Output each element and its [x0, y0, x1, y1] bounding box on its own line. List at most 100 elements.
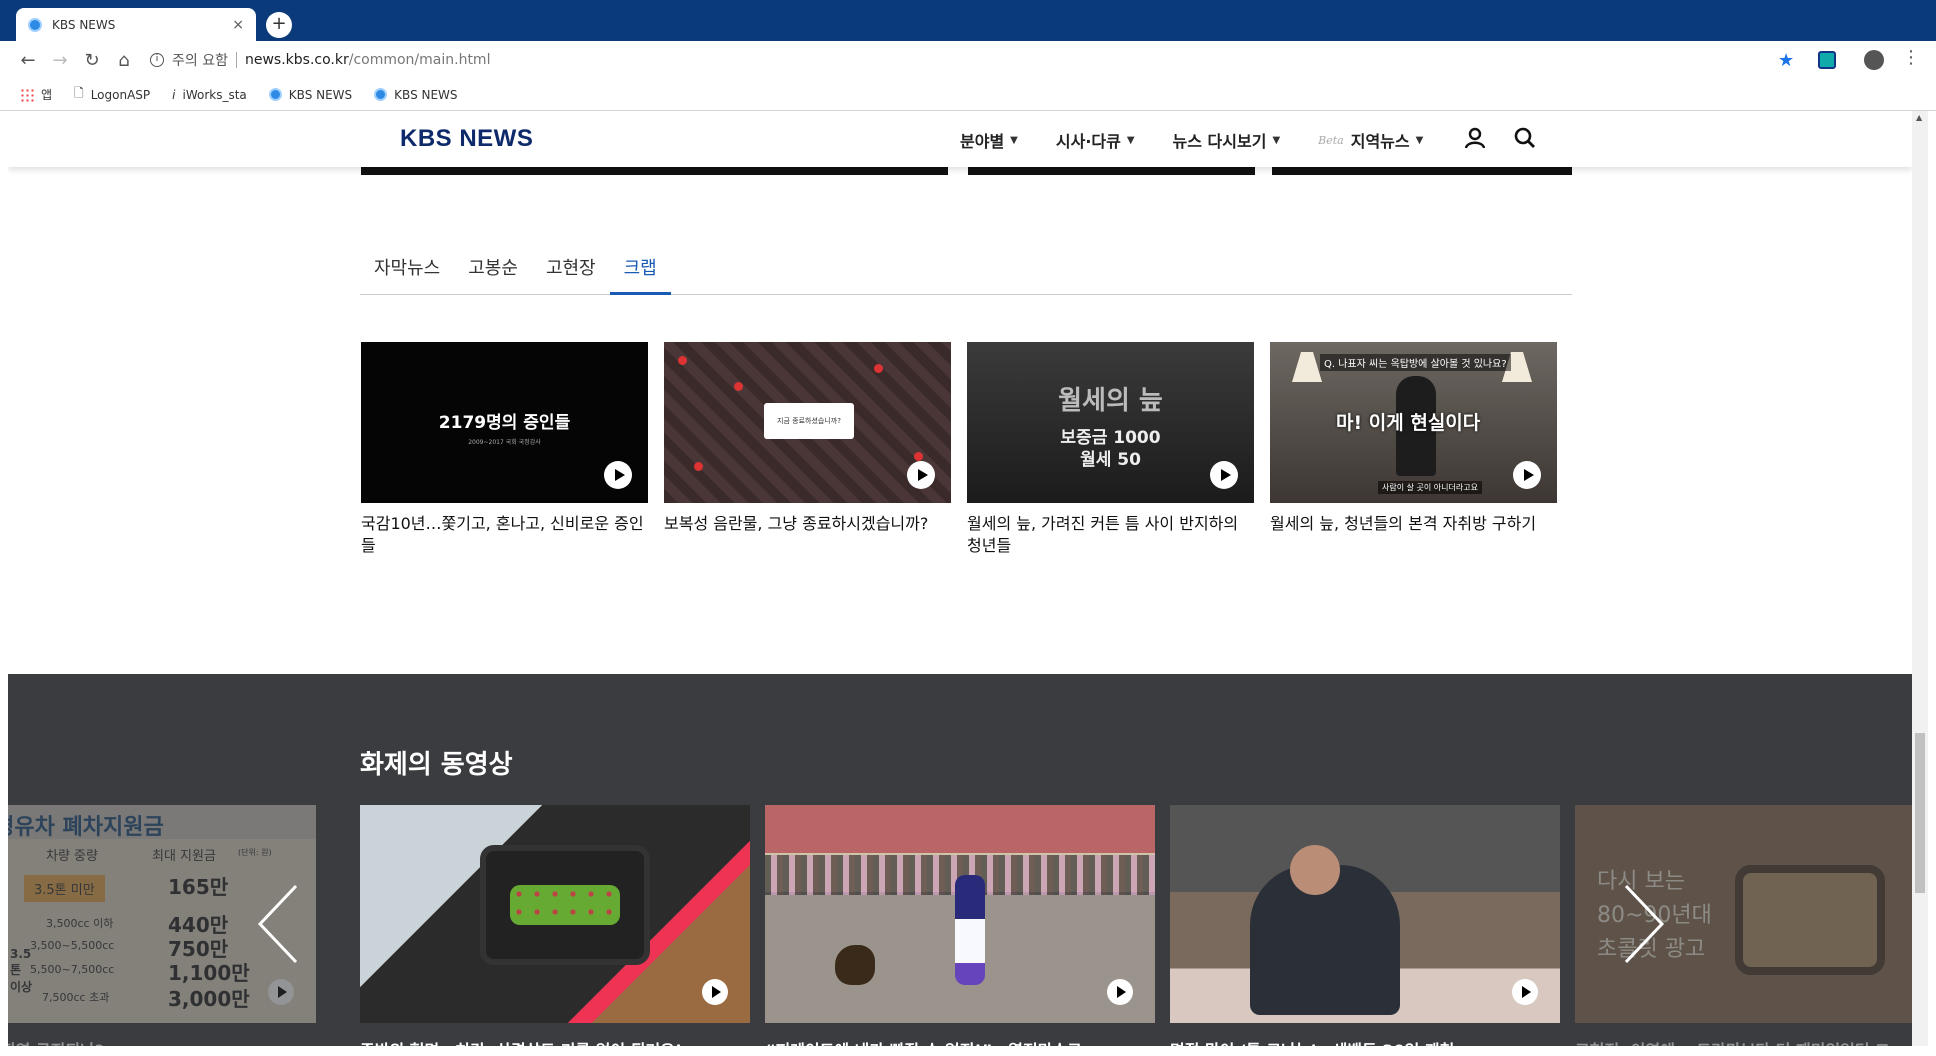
- unit-label: (단위: 원): [238, 848, 272, 857]
- tab-close-icon[interactable]: ×: [232, 17, 244, 33]
- play-icon[interactable]: [1210, 461, 1238, 489]
- clip-caption[interactable]: 월세의 늪, 청년들의 본격 자취방 구하기: [1270, 513, 1557, 535]
- page-viewport: KBS NEWS 분야별 ▼ 시사·다큐 ▼ 뉴스 다시보기 ▼ Beta 지역뉴스 ▼ …: [8, 111, 1912, 1046]
- tab-subtitle-news[interactable]: 자막뉴스: [360, 251, 454, 295]
- url-domain: news.kbs.co.kr: [244, 52, 349, 68]
- bookmark-kbs-news-2[interactable]: KBS NEWS: [374, 88, 458, 102]
- main-nav: 분야별 ▼ 시사·다큐 ▼ 뉴스 다시보기 ▼ Beta 지역뉴스 ▼: [960, 128, 1461, 152]
- user-icon[interactable]: [1464, 127, 1486, 149]
- browser-tab[interactable]: KBS NEWS ×: [16, 8, 256, 41]
- section-heading: 화제의 동영상: [360, 750, 513, 780]
- search-icon[interactable]: [1514, 127, 1536, 149]
- weight-cell: 3,500~5,500cc: [30, 939, 115, 952]
- play-icon[interactable]: [907, 461, 935, 489]
- clip-thumbnail[interactable]: 2179명의 증인들 2009~2017 국회 국정감사: [361, 342, 648, 503]
- clip-caption[interactable]: 월세의 늪, 가려진 커튼 틈 사이 반지하의 청년들: [967, 513, 1254, 557]
- browser-menu-icon[interactable]: ⋮: [1902, 47, 1920, 68]
- video-card[interactable]: 주방의 혁명…치킨, 삼겹살도 기름 없이 튀겨요!: [360, 805, 750, 1046]
- clip-thumbnail[interactable]: Q. 나표자 씨는 옥탑방에 살아볼 것 있나요? 마! 이게 현실이다 사람이…: [1270, 342, 1557, 503]
- previous-row-edge: [361, 167, 948, 175]
- iworks-icon: i: [172, 87, 176, 102]
- play-icon[interactable]: [702, 979, 728, 1005]
- card-headline: 노후 경유차 폐차지원금: [8, 805, 316, 840]
- clip-card[interactable]: 2179명의 증인들 2009~2017 국회 국정감사 국감10년…쫓기고, …: [361, 342, 648, 557]
- browser-tab-bar: KBS NEWS × +: [0, 0, 1936, 41]
- kbs-icon: [268, 88, 282, 101]
- decor-dot: [678, 356, 687, 365]
- weight-cell: 7,500cc 초과: [42, 991, 110, 1004]
- decor-dot: [914, 452, 923, 461]
- tab-gobongsun[interactable]: 고봉순: [454, 251, 532, 295]
- video-title[interactable]: 명절 맞이 ‘통 크나눔’…세뱃돈 20억 쾌척: [1170, 1037, 1560, 1046]
- scroll-up-icon[interactable]: ▲: [1916, 113, 1922, 122]
- clip-card[interactable]: 지금 종료하셨습니까? 보복성 음란물, 그냥 종료하시겠습니까?: [664, 342, 951, 557]
- carousel-next-icon[interactable]: [1622, 884, 1666, 964]
- info-icon[interactable]: i: [150, 53, 164, 67]
- profile-avatar-icon[interactable]: [1864, 50, 1884, 70]
- col-weight-label: 차량 중량: [46, 849, 98, 864]
- video-title[interactable]: 고현정, 이영애… 드라마보다 더 재미있었던 그: [1575, 1037, 1912, 1046]
- site-header: KBS NEWS 분야별 ▼ 시사·다큐 ▼ 뉴스 다시보기 ▼ Beta 지역뉴스 ▼: [8, 111, 1912, 167]
- play-icon[interactable]: [268, 979, 294, 1005]
- video-title[interactable]: 주방의 혁명…치킨, 삼겹살도 기름 없이 튀겨요!: [360, 1037, 750, 1046]
- play-icon[interactable]: [604, 461, 632, 489]
- video-title[interactable]: “퍼레이드에 내가 빠질 수 없지!”…열정만수르: [765, 1037, 1155, 1046]
- clip-card[interactable]: 월세의 늪 보증금 1000 월세 50 월세의 늪, 가려진 커튼 틈 사이 …: [967, 342, 1254, 557]
- video-card[interactable]: “퍼레이드에 내가 빠질 수 없지!”…열정만수르: [765, 805, 1155, 1046]
- tv-shape: [1735, 865, 1885, 975]
- video-thumbnail[interactable]: [1170, 805, 1560, 1023]
- site-logo[interactable]: KBS NEWS: [400, 125, 533, 153]
- play-icon[interactable]: [1107, 979, 1133, 1005]
- reload-icon[interactable]: ↻: [76, 50, 108, 71]
- bookmark-label: KBS NEWS: [288, 87, 353, 102]
- carousel-prev-icon[interactable]: [256, 884, 300, 964]
- play-icon[interactable]: [1512, 979, 1538, 1005]
- bookmark-apps[interactable]: 앱: [20, 86, 52, 103]
- thumb-title: 마! 이게 현실이다: [1336, 412, 1481, 434]
- nav-label: 지역뉴스: [1350, 132, 1410, 151]
- back-arrow-icon[interactable]: ←: [12, 50, 44, 71]
- video-thumbnail[interactable]: [360, 805, 750, 1023]
- clip-caption[interactable]: 국감10년…쫓기고, 혼나고, 신비로운 증인들: [361, 513, 648, 557]
- video-card[interactable]: 명절 맞이 ‘통 크나눔’…세뱃돈 20억 쾌척: [1170, 805, 1560, 1046]
- new-tab-button[interactable]: +: [266, 12, 292, 38]
- nav-item-docu[interactable]: 시사·다큐 ▼: [1056, 128, 1135, 152]
- tab-crap[interactable]: 크랩: [609, 251, 671, 295]
- nav-item-replay[interactable]: 뉴스 다시보기 ▼: [1173, 128, 1281, 152]
- bookmark-iworks[interactable]: i iWorks_sta: [172, 88, 247, 102]
- thumb-subtitle: 2009~2017 국회 국정감사: [468, 439, 541, 446]
- weight-cell: 3.5톤 미만: [24, 875, 105, 902]
- thumb-question: Q. 나표자 씨는 옥탑방에 살아볼 것 있나요?: [1320, 354, 1511, 371]
- nav-item-local[interactable]: Beta 지역뉴스 ▼: [1318, 128, 1423, 152]
- video-thumbnail[interactable]: [765, 805, 1155, 1023]
- video-title[interactable]: 유치' 서울 지역 구지되나?: [8, 1037, 316, 1046]
- clip-thumbnail[interactable]: 월세의 늪 보증금 1000 월세 50: [967, 342, 1254, 503]
- url-path: /common/main.html: [348, 52, 491, 68]
- caret-down-icon: ▼: [1010, 134, 1018, 146]
- clip-tabs: 자막뉴스 고봉순 고현장 크랩: [360, 251, 1572, 295]
- bookmark-star-icon[interactable]: ★: [1778, 50, 1794, 71]
- address-bar[interactable]: i 주의 요함 news.kbs.co.kr/common/main.html: [150, 46, 1790, 74]
- nav-item-sections[interactable]: 분야별 ▼: [960, 128, 1018, 152]
- bookmark-kbs-news-1[interactable]: KBS NEWS: [268, 87, 353, 102]
- home-icon[interactable]: ⌂: [108, 50, 140, 71]
- thumb-dialog: 지금 종료하셨습니까?: [764, 403, 854, 439]
- clip-caption[interactable]: 보복성 음란물, 그냥 종료하시겠습니까?: [664, 513, 951, 535]
- previous-row-edge: [968, 167, 1255, 175]
- tab-gohyeonjang[interactable]: 고현장: [532, 251, 610, 295]
- beta-badge: Beta: [1318, 133, 1344, 147]
- extension-icon[interactable]: [1818, 51, 1836, 69]
- browser-toolbar: ← → ↻ ⌂ i 주의 요함 news.kbs.co.kr/common/ma…: [0, 41, 1936, 79]
- thumb-subtitle: 사람이 살 곳이 아니더라고요: [1378, 481, 1482, 494]
- forward-arrow-icon[interactable]: →: [44, 50, 76, 71]
- address-separator: [235, 52, 237, 68]
- clip-card[interactable]: Q. 나표자 씨는 옥탑방에 살아볼 것 있나요? 마! 이게 현실이다 사람이…: [1270, 342, 1557, 557]
- scrollbar-thumb[interactable]: [1915, 733, 1925, 893]
- bookmarks-bar: 앱 🗋 LogonASP i iWorks_sta KBS NEWS KBS NEW…: [0, 79, 1936, 111]
- page-scrollbar[interactable]: ▲: [1912, 111, 1928, 1046]
- bookmark-logonasp[interactable]: 🗋 LogonASP: [74, 84, 150, 105]
- clip-grid: 2179명의 증인들 2009~2017 국회 국정감사 국감10년…쫓기고, …: [361, 342, 1573, 557]
- amount-cell: 3,000만: [168, 987, 250, 1011]
- play-icon[interactable]: [1513, 461, 1541, 489]
- clip-thumbnail[interactable]: 지금 종료하셨습니까?: [664, 342, 951, 503]
